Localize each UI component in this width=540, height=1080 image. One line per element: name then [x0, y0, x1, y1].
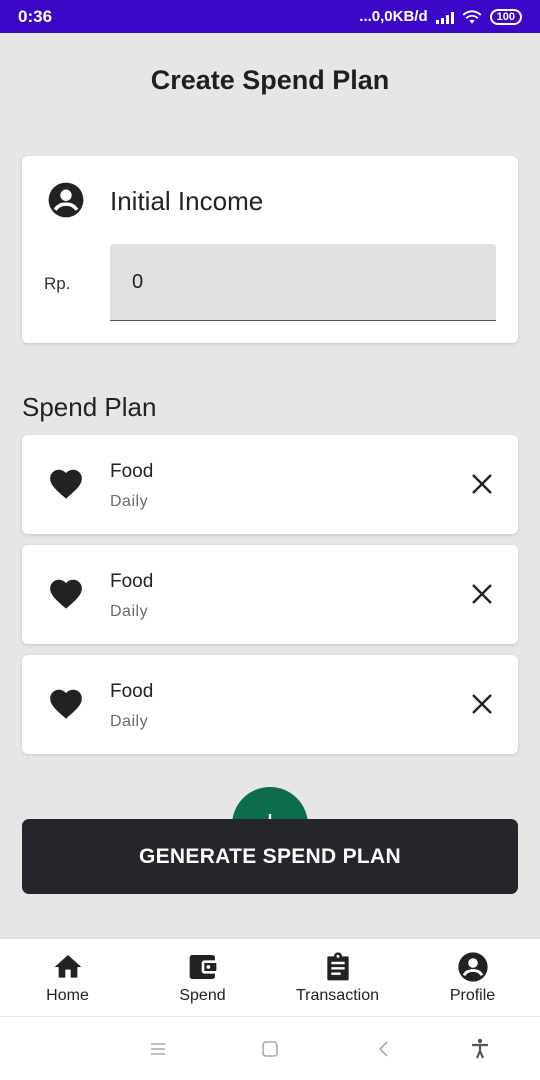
nav-item-spend[interactable]: Spend: [135, 939, 270, 1016]
clipboard-icon: [326, 952, 349, 981]
plan-name: Food: [110, 571, 154, 592]
network-speed: ...0,0KB/d: [359, 8, 428, 25]
status-bar: 0:36 ...0,0KB/d 100: [0, 0, 540, 33]
spend-plan-title: Spend Plan: [22, 392, 157, 422]
plan-frequency: Daily: [110, 493, 149, 510]
currency-label: Rp.: [44, 274, 71, 293]
plan-frequency: Daily: [110, 713, 149, 730]
wifi-icon: [462, 10, 482, 24]
nav-label: Profile: [449, 987, 496, 1004]
account-circle-icon: [48, 182, 84, 218]
heart-icon: [50, 469, 82, 499]
generate-spend-plan-button[interactable]: GENERATE SPEND PLAN: [22, 819, 518, 894]
home-icon: [54, 955, 81, 978]
heart-icon: [50, 689, 82, 719]
plan-item[interactable]: Food Daily: [22, 655, 518, 754]
home-square-icon[interactable]: [258, 1037, 282, 1061]
account-circle-icon: [457, 952, 488, 982]
nav-label: Transaction: [296, 987, 379, 1004]
remove-plan-button[interactable]: [470, 692, 494, 716]
bottom-nav: Home Spend Transaction Profile: [0, 938, 540, 1016]
plan-name: Food: [110, 681, 154, 702]
battery-icon: 100: [489, 8, 522, 25]
income-input[interactable]: [110, 244, 496, 321]
back-icon[interactable]: [372, 1037, 396, 1061]
income-title: Initial Income: [110, 186, 264, 216]
remove-plan-button[interactable]: [470, 472, 494, 496]
status-time: 0:36: [18, 6, 53, 26]
menu-icon[interactable]: [146, 1037, 170, 1061]
plan-frequency: Daily: [110, 603, 149, 620]
nav-label: Spend: [179, 987, 226, 1004]
remove-plan-button[interactable]: [470, 582, 494, 606]
signal-icon: [435, 10, 454, 24]
accessibility-icon[interactable]: [468, 1037, 492, 1061]
nav-item-home[interactable]: Home: [0, 939, 135, 1016]
nav-label: Home: [46, 987, 89, 1004]
system-nav: [0, 1016, 540, 1080]
nav-item-transaction[interactable]: Transaction: [270, 939, 405, 1016]
close-icon: [472, 694, 492, 714]
heart-icon: [50, 579, 82, 609]
nav-item-profile[interactable]: Profile: [405, 939, 540, 1016]
status-indicators: ...0,0KB/d 100: [359, 8, 522, 25]
close-icon: [472, 474, 492, 494]
income-card: Initial Income Rp.: [22, 156, 518, 343]
close-icon: [472, 584, 492, 604]
plan-item[interactable]: Food Daily: [22, 435, 518, 534]
plan-item[interactable]: Food Daily: [22, 545, 518, 644]
page-title: Create Spend Plan: [150, 65, 390, 95]
wallet-icon: [189, 955, 216, 979]
plan-name: Food: [110, 461, 154, 482]
